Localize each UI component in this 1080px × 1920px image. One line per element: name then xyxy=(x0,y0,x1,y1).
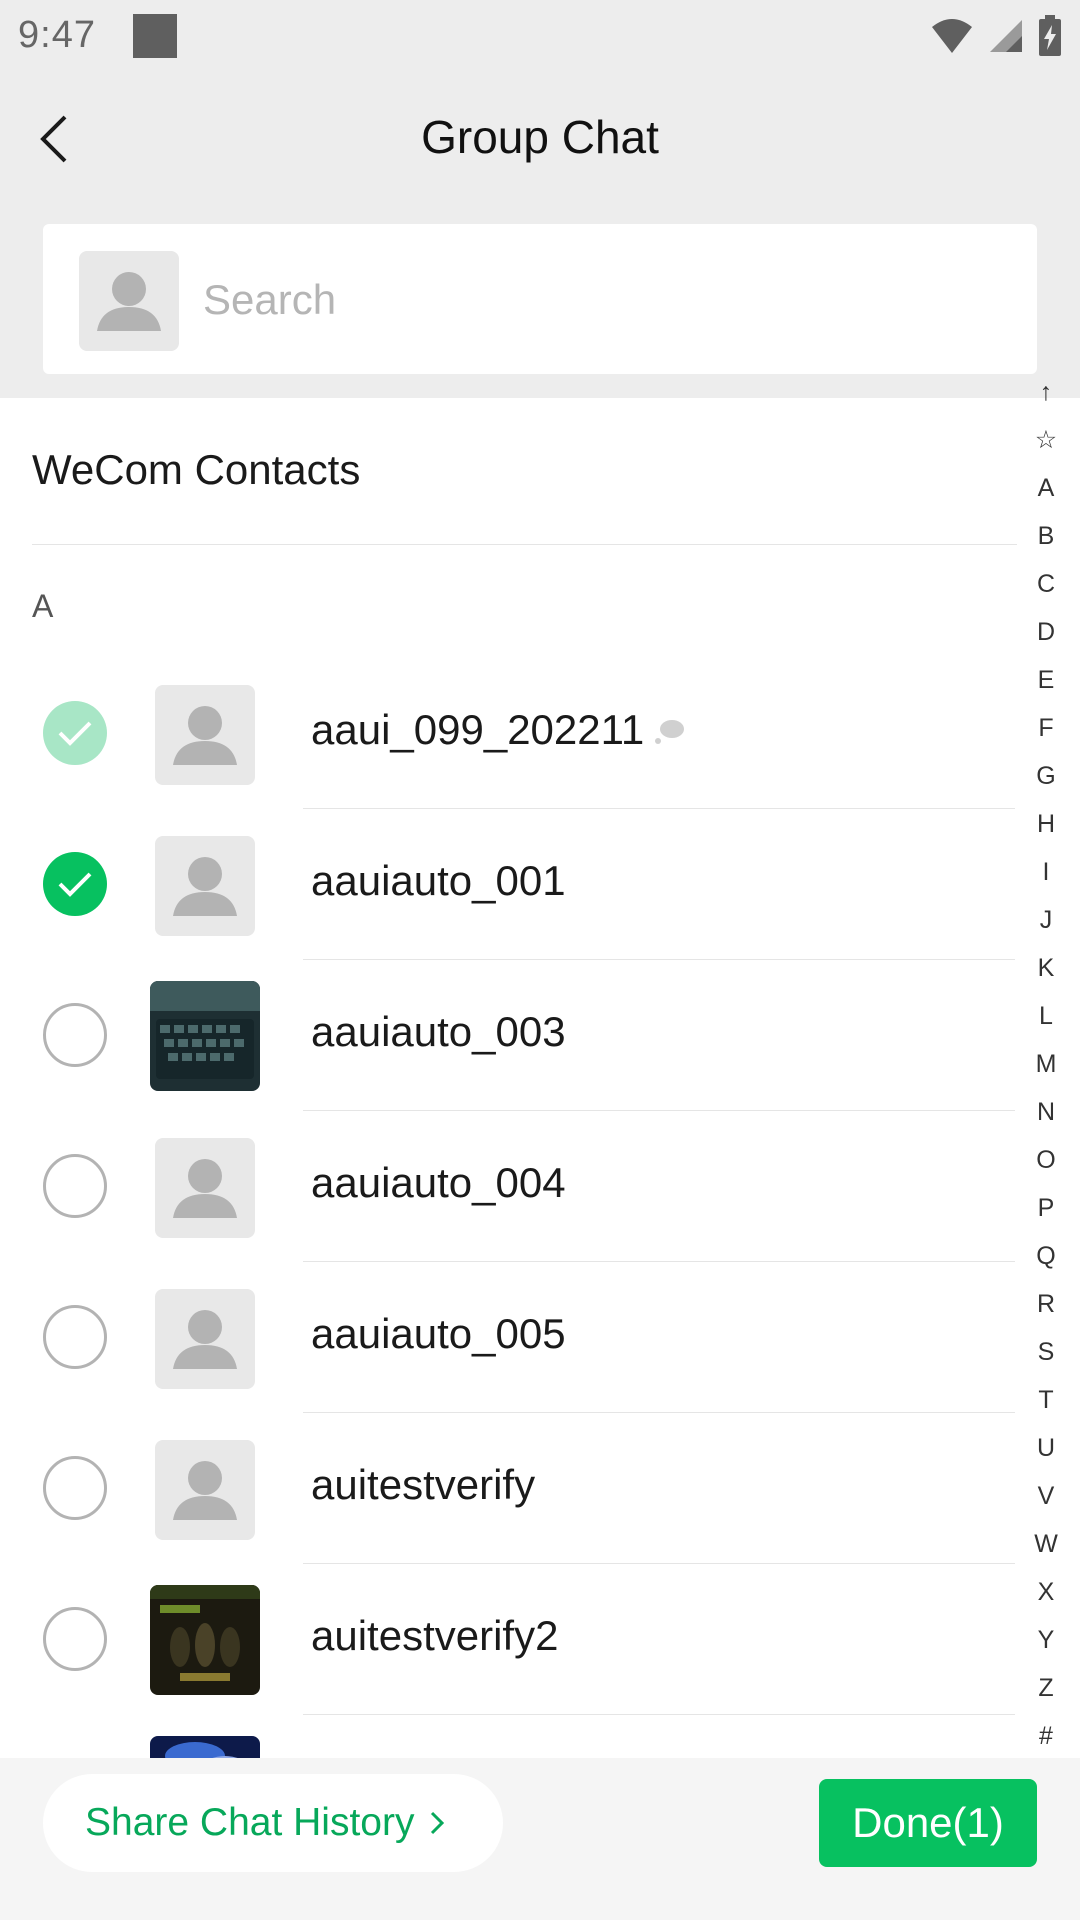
contact-row[interactable]: aauiauto_005 xyxy=(0,1262,1015,1413)
index-letter[interactable]: H xyxy=(1037,800,1055,848)
index-letter[interactable]: Y xyxy=(1038,1616,1055,1664)
index-letter[interactable]: L xyxy=(1039,992,1053,1040)
default-avatar-icon xyxy=(173,1310,237,1369)
default-avatar-icon xyxy=(173,857,237,916)
contact-row[interactable]: auitestverify xyxy=(0,1413,1015,1564)
contact-name: aauiauto_004 xyxy=(311,1159,566,1206)
avatar xyxy=(155,1440,255,1540)
default-avatar-icon xyxy=(173,1461,237,1520)
letter-group-header: A xyxy=(32,588,54,624)
contact-name: aauiauto_003 xyxy=(311,1008,566,1055)
index-letter[interactable]: N xyxy=(1037,1088,1055,1136)
search-bar[interactable] xyxy=(43,224,1037,374)
contact-row[interactable]: aauiauto_003 xyxy=(0,960,1015,1111)
contact-name: auitestverify xyxy=(311,1461,536,1508)
index-letter[interactable]: U xyxy=(1037,1424,1055,1472)
checkbox-unchecked[interactable] xyxy=(43,1154,107,1218)
contact-row[interactable]: aauiauto_004 xyxy=(0,1111,1015,1262)
index-letter[interactable]: I xyxy=(1043,848,1050,896)
checkmark-icon xyxy=(58,721,92,746)
contact-name: auitestverify2 xyxy=(311,1612,559,1659)
contact-row[interactable]: aauiauto_001 xyxy=(0,809,1015,960)
chevron-right-icon xyxy=(431,1811,445,1835)
checkbox-unchecked[interactable] xyxy=(43,1305,107,1369)
avatar xyxy=(155,1138,255,1238)
title-bar: Group Chat xyxy=(0,75,1080,205)
done-button[interactable]: Done(1) xyxy=(819,1779,1037,1867)
alphabet-index[interactable]: ↑ ☆ A B C D E F G H I J K L M N O P Q R … xyxy=(1026,368,1066,1760)
contact-list: aaui_099_202211 aauiauto_001 aauiauto_00… xyxy=(0,658,1015,1866)
index-letter[interactable]: G xyxy=(1036,752,1055,800)
bottom-bar: Share Chat History Done(1) xyxy=(0,1758,1080,1920)
wecom-contacts-header[interactable]: WeCom Contacts xyxy=(32,446,360,494)
checkbox-disabled-checked xyxy=(43,701,107,765)
index-letter[interactable]: K xyxy=(1038,944,1055,992)
divider xyxy=(32,544,1017,545)
index-letter[interactable]: A xyxy=(1038,464,1055,512)
index-letter[interactable]: C xyxy=(1037,560,1055,608)
index-letter[interactable]: B xyxy=(1038,512,1055,560)
index-letter[interactable]: Z xyxy=(1038,1664,1053,1712)
status-bar: 9:47 xyxy=(0,0,1080,75)
index-letter[interactable]: M xyxy=(1036,1040,1057,1088)
checkbox-unchecked[interactable] xyxy=(43,1003,107,1067)
index-letter[interactable]: V xyxy=(1038,1472,1055,1520)
search-input[interactable] xyxy=(203,260,1003,340)
default-avatar-icon xyxy=(173,706,237,765)
index-letter[interactable]: P xyxy=(1038,1184,1055,1232)
checkbox-unchecked[interactable] xyxy=(43,1456,107,1520)
contact-row[interactable]: auitestverify2 xyxy=(0,1564,1015,1715)
index-letter[interactable]: # xyxy=(1039,1712,1053,1760)
index-letter[interactable]: T xyxy=(1038,1376,1053,1424)
contact-row[interactable]: aaui_099_202211 xyxy=(0,658,1015,809)
contact-name-text: aaui_099_202211 xyxy=(311,706,645,753)
contact-panel: WeCom Contacts A aaui_099_202211 aauiaut… xyxy=(0,398,1080,1846)
contact-name: aauiauto_001 xyxy=(311,857,566,904)
share-chat-history-label: Share Chat History xyxy=(85,1801,415,1844)
keyboard-photo xyxy=(150,981,260,1091)
search-avatar xyxy=(79,251,179,351)
avatar xyxy=(155,1289,255,1389)
poster-photo xyxy=(150,1585,260,1695)
index-letter[interactable]: W xyxy=(1034,1520,1058,1568)
status-icons xyxy=(930,14,1062,58)
default-avatar-icon xyxy=(173,1159,237,1218)
index-letter[interactable]: S xyxy=(1038,1328,1055,1376)
checkbox-checked[interactable] xyxy=(43,852,107,916)
avatar xyxy=(150,1585,260,1695)
status-time: 9:47 xyxy=(18,14,96,56)
contact-name: aaui_099_202211 xyxy=(311,706,686,754)
index-letter[interactable]: Q xyxy=(1036,1232,1055,1280)
index-letter[interactable]: ↑ xyxy=(1040,368,1053,416)
checkmark-icon xyxy=(58,872,92,897)
index-letter[interactable]: ☆ xyxy=(1035,416,1057,464)
index-letter[interactable]: O xyxy=(1036,1136,1055,1184)
avatar xyxy=(150,981,260,1091)
wifi-icon xyxy=(932,19,972,53)
index-letter[interactable]: D xyxy=(1037,608,1055,656)
index-letter[interactable]: X xyxy=(1038,1568,1055,1616)
page-title: Group Chat xyxy=(421,111,659,163)
index-letter[interactable]: E xyxy=(1038,656,1055,704)
index-letter[interactable]: R xyxy=(1037,1280,1055,1328)
contact-name: aauiauto_005 xyxy=(311,1310,566,1357)
avatar xyxy=(155,685,255,785)
index-letter[interactable]: F xyxy=(1038,704,1053,752)
notification-icon xyxy=(133,14,177,58)
avatar xyxy=(155,836,255,936)
share-chat-history-button[interactable]: Share Chat History xyxy=(43,1774,503,1872)
person-icon xyxy=(97,272,161,331)
cloud-badge-icon xyxy=(655,719,685,744)
signal-icon xyxy=(990,20,1022,52)
battery-charging-icon xyxy=(1039,15,1061,56)
index-letter[interactable]: J xyxy=(1040,896,1053,944)
checkbox-unchecked[interactable] xyxy=(43,1607,107,1671)
